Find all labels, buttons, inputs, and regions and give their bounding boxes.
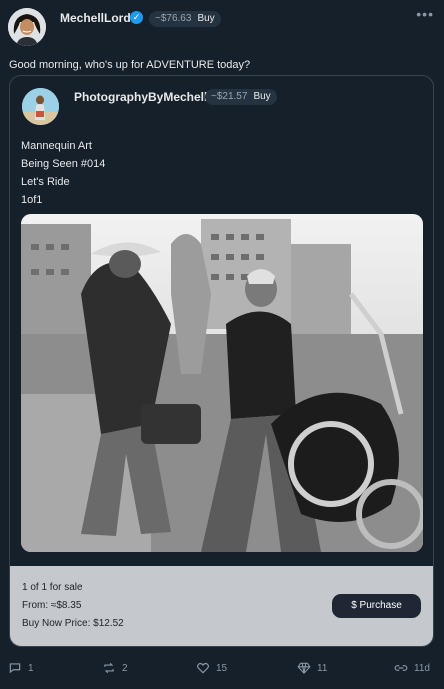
price-pill[interactable]: ~$76.63 Buy (149, 11, 221, 27)
quoted-price-value: ~$21.57 (211, 91, 248, 102)
post-text: Good morning, who's up for ADVENTURE tod… (9, 59, 251, 71)
sale-from-price: From: ≈$8.35 (22, 600, 82, 611)
diamond-icon (297, 662, 311, 675)
author-avatar[interactable] (8, 8, 46, 46)
verified-icon: ✓ (130, 11, 143, 24)
quoted-author-name[interactable]: PhotographyByMechell (74, 90, 207, 104)
more-options-icon[interactable]: ••• (416, 6, 434, 22)
reply-count: 1 (28, 662, 34, 674)
repost-button[interactable]: 2 (102, 656, 128, 680)
action-bar: 1 2 15 11 11d (0, 656, 444, 680)
share-link-button[interactable]: 11d (394, 656, 430, 680)
quoted-line: Being Seen #014 (21, 158, 106, 170)
link-icon (394, 665, 408, 671)
repost-icon (104, 662, 114, 674)
price-value: ~$76.63 (155, 13, 192, 24)
quoted-buy-label[interactable]: Buy (253, 91, 270, 102)
sale-buy-now-price: Buy Now Price: $12.52 (22, 618, 124, 629)
reply-button[interactable]: 1 (8, 656, 34, 680)
quoted-post[interactable]: PhotographyByMechell ~$21.57 Buy Mannequi… (9, 75, 434, 647)
sale-panel: 1 of 1 for sale From: ≈$8.35 Buy Now Pri… (10, 566, 433, 646)
quoted-line: 1of1 (21, 194, 43, 206)
quoted-text: Mannequin Art Being Seen #014 Let's Ride… (21, 137, 105, 209)
reply-icon (9, 663, 21, 674)
diamond-count: 11 (317, 662, 328, 674)
sale-count: 1 of 1 for sale (22, 582, 83, 593)
diamond-button[interactable]: 11 (297, 656, 327, 680)
purchase-label: Purchase (359, 600, 402, 611)
quoted-line: Mannequin Art (21, 140, 92, 152)
heart-icon (197, 662, 209, 674)
post-photo[interactable] (21, 214, 423, 552)
author-name[interactable]: MechellLord (60, 11, 131, 25)
post-age: 11d (414, 662, 430, 674)
like-button[interactable]: 15 (196, 656, 227, 680)
purchase-button[interactable]: $ Purchase (332, 594, 421, 618)
like-count: 15 (216, 662, 228, 674)
dollar-icon: $ (351, 600, 357, 611)
repost-count: 2 (122, 662, 128, 674)
quoted-line: Let's Ride (21, 176, 70, 188)
quoted-price-pill[interactable]: ~$21.57 Buy (205, 89, 277, 105)
quoted-author-avatar[interactable] (22, 88, 59, 125)
buy-label[interactable]: Buy (197, 13, 214, 24)
